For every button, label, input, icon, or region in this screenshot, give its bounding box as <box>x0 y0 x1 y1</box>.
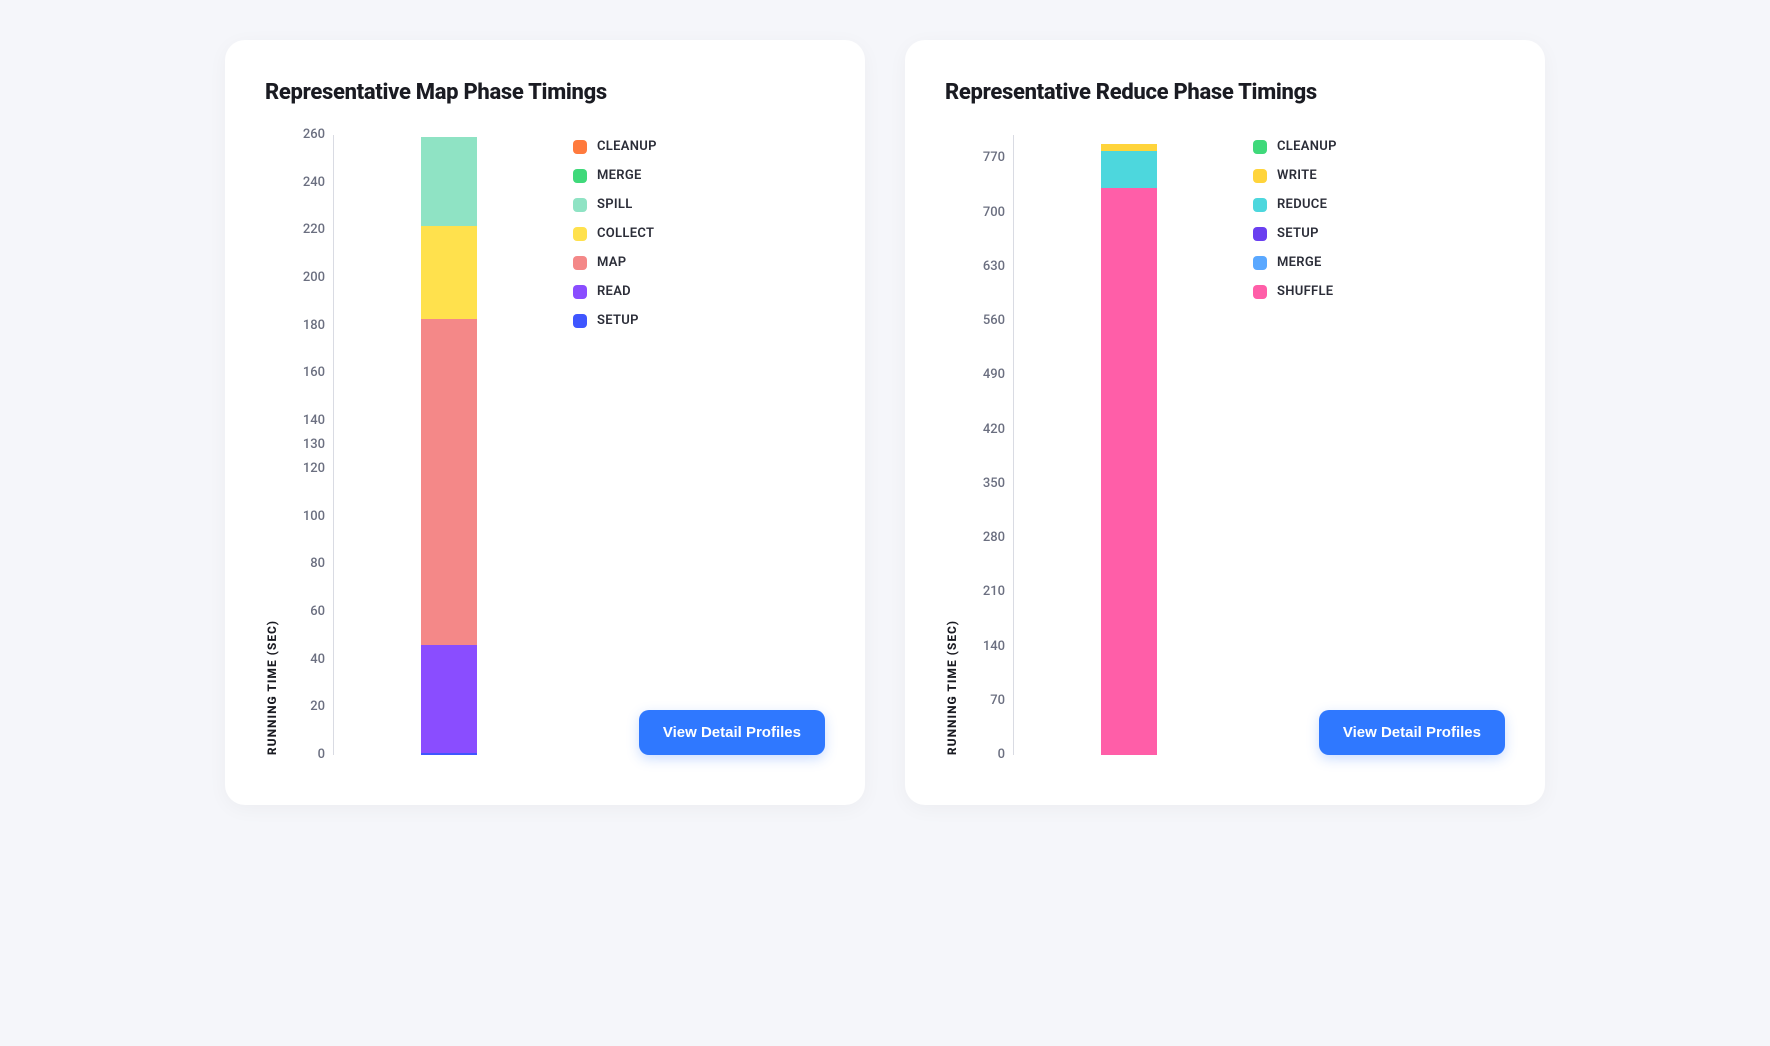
y-tick: 490 <box>983 368 1005 381</box>
y-tick: 40 <box>310 653 325 666</box>
plot-area <box>1013 135 1243 755</box>
legend-item-merge[interactable]: MERGE <box>573 168 825 183</box>
legend-item-reduce[interactable]: REDUCE <box>1253 197 1505 212</box>
legend-label: MERGE <box>597 168 642 183</box>
legend-item-setup[interactable]: SETUP <box>573 313 825 328</box>
y-tick: 630 <box>983 260 1005 273</box>
y-tick: 200 <box>303 271 325 284</box>
y-tick: 80 <box>310 557 325 570</box>
chart-area: RUNNING TIME (SEC) 260240220200180160140… <box>265 135 825 755</box>
view-detail-button[interactable]: View Detail Profiles <box>639 710 825 755</box>
y-tick: 180 <box>303 319 325 332</box>
y-tick: 560 <box>983 314 1005 327</box>
y-axis-label: RUNNING TIME (SEC) <box>265 620 279 755</box>
legend-label: MERGE <box>1277 255 1322 270</box>
y-tick: 0 <box>998 748 1005 761</box>
card-title: Representative Reduce Phase Timings <box>945 80 1505 105</box>
y-tick: 210 <box>983 585 1005 598</box>
legend-label: SETUP <box>1277 226 1319 241</box>
bar-segment-setup <box>421 753 477 755</box>
legend-swatch <box>573 314 587 328</box>
y-tick: 770 <box>983 151 1005 164</box>
legend-label: CLEANUP <box>597 139 657 154</box>
y-tick: 120 <box>303 462 325 475</box>
view-detail-button[interactable]: View Detail Profiles <box>1319 710 1505 755</box>
y-axis-ticks: 260240220200180160140130120100806040200 <box>287 135 333 755</box>
stacked-bar <box>1101 144 1157 755</box>
y-tick: 100 <box>303 510 325 523</box>
legend-swatch <box>1253 169 1267 183</box>
legend-item-cleanup[interactable]: CLEANUP <box>1253 139 1505 154</box>
y-tick: 130 <box>303 438 325 451</box>
legend-label: REDUCE <box>1277 197 1327 212</box>
legend-swatch <box>573 227 587 241</box>
y-tick: 700 <box>983 206 1005 219</box>
legend-label: READ <box>597 284 631 299</box>
bar-segment-collect <box>421 226 477 319</box>
y-tick: 240 <box>303 176 325 189</box>
bar-segment-spill <box>421 137 477 225</box>
plot-area <box>333 135 563 755</box>
y-tick: 20 <box>310 700 325 713</box>
legend-swatch <box>573 169 587 183</box>
legend-swatch <box>573 285 587 299</box>
legend-swatch <box>573 256 587 270</box>
legend-item-setup[interactable]: SETUP <box>1253 226 1505 241</box>
legend-item-map[interactable]: MAP <box>573 255 825 270</box>
y-tick: 140 <box>983 640 1005 653</box>
y-tick: 280 <box>983 531 1005 544</box>
legend-swatch <box>1253 285 1267 299</box>
y-tick: 140 <box>303 414 325 427</box>
y-tick: 0 <box>318 748 325 761</box>
legend-item-merge[interactable]: MERGE <box>1253 255 1505 270</box>
bar-segment-shuffle <box>1101 188 1157 755</box>
legend-item-spill[interactable]: SPILL <box>573 197 825 212</box>
legend-item-cleanup[interactable]: CLEANUP <box>573 139 825 154</box>
legend-item-write[interactable]: WRITE <box>1253 168 1505 183</box>
legend: CLEANUP MERGE SPILL COLLECT MAP READ SETUP <box>563 135 825 755</box>
legend-label: SPILL <box>597 197 633 212</box>
legend-swatch <box>573 198 587 212</box>
y-tick: 420 <box>983 423 1005 436</box>
legend-item-read[interactable]: READ <box>573 284 825 299</box>
legend-swatch <box>1253 227 1267 241</box>
bar-segment-map <box>421 319 477 646</box>
legend: CLEANUP WRITE REDUCE SETUP MERGE SHUFFLE <box>1243 135 1505 755</box>
y-tick: 160 <box>303 366 325 379</box>
chart-area: RUNNING TIME (SEC) 770 700 630 560 490 420 350… <box>945 135 1505 755</box>
y-axis-label: RUNNING TIME (SEC) <box>945 620 959 755</box>
legend-swatch <box>1253 256 1267 270</box>
legend-label: WRITE <box>1277 168 1317 183</box>
legend-item-shuffle[interactable]: SHUFFLE <box>1253 284 1505 299</box>
y-tick: 350 <box>983 477 1005 490</box>
legend-label: SETUP <box>597 313 639 328</box>
legend-swatch <box>573 140 587 154</box>
y-tick: 70 <box>990 694 1005 707</box>
y-tick: 60 <box>310 605 325 618</box>
legend-item-collect[interactable]: COLLECT <box>573 226 825 241</box>
stacked-bar <box>421 137 477 755</box>
y-tick: 260 <box>303 128 325 141</box>
legend-swatch <box>1253 198 1267 212</box>
legend-label: COLLECT <box>597 226 654 241</box>
legend-swatch <box>1253 140 1267 154</box>
map-phase-card: Representative Map Phase Timings RUNNING… <box>225 40 865 805</box>
reduce-phase-card: Representative Reduce Phase Timings RUNN… <box>905 40 1545 805</box>
bar-segment-reduce <box>1101 151 1157 188</box>
legend-label: SHUFFLE <box>1277 284 1333 299</box>
legend-label: MAP <box>597 255 626 270</box>
y-axis-ticks: 770700630560490420350280210140700 <box>967 135 1013 755</box>
legend-label: CLEANUP <box>1277 139 1337 154</box>
bar-segment-read <box>421 645 477 752</box>
card-title: Representative Map Phase Timings <box>265 80 825 105</box>
y-tick: 220 <box>303 223 325 236</box>
